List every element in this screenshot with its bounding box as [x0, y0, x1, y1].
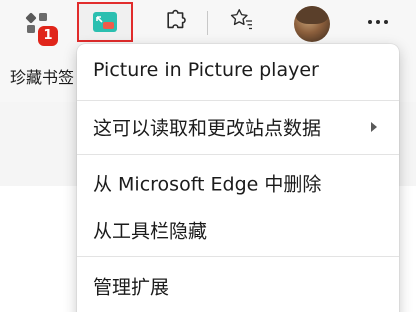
more-icon[interactable] — [366, 16, 390, 28]
menu-item-manage-extensions[interactable]: 管理扩展 — [77, 264, 399, 308]
menu-item-label: 管理扩展 — [93, 276, 170, 299]
menu-item-extension-name[interactable]: Picture in Picture player — [77, 48, 399, 92]
menu-item-site-access[interactable]: 这可以读取和更改站点数据 — [77, 105, 399, 149]
menu-item-label: 这可以读取和更改站点数据 — [93, 117, 322, 140]
browser-window: 1 珍藏书签 Picture in Picture player 这可以读取和更… — [0, 0, 416, 312]
extension-context-menu: Picture in Picture player 这可以读取和更改站点数据 从… — [77, 44, 399, 312]
pip-extension-button[interactable] — [77, 2, 133, 42]
profile-avatar[interactable] — [294, 6, 330, 42]
browser-toolbar: 1 — [0, 0, 416, 50]
chevron-right-icon — [371, 122, 377, 132]
menu-separator — [77, 100, 399, 101]
menu-separator — [77, 154, 399, 155]
menu-item-remove-extension[interactable]: 从 Microsoft Edge 中删除 — [77, 161, 399, 205]
pip-extension-icon — [93, 12, 117, 32]
collections-badge: 1 — [38, 26, 58, 46]
menu-item-label: 从工具栏隐藏 — [93, 220, 208, 243]
toolbar-divider — [207, 11, 208, 35]
extensions-icon[interactable] — [161, 5, 193, 37]
menu-separator — [77, 256, 399, 257]
favorites-bar-item[interactable]: 珍藏书签 — [10, 64, 74, 88]
menu-item-label: Picture in Picture player — [93, 59, 319, 81]
favorites-icon[interactable] — [228, 6, 258, 36]
menu-item-hide-from-toolbar[interactable]: 从工具栏隐藏 — [77, 208, 399, 252]
menu-item-label: 从 Microsoft Edge 中删除 — [93, 173, 322, 196]
